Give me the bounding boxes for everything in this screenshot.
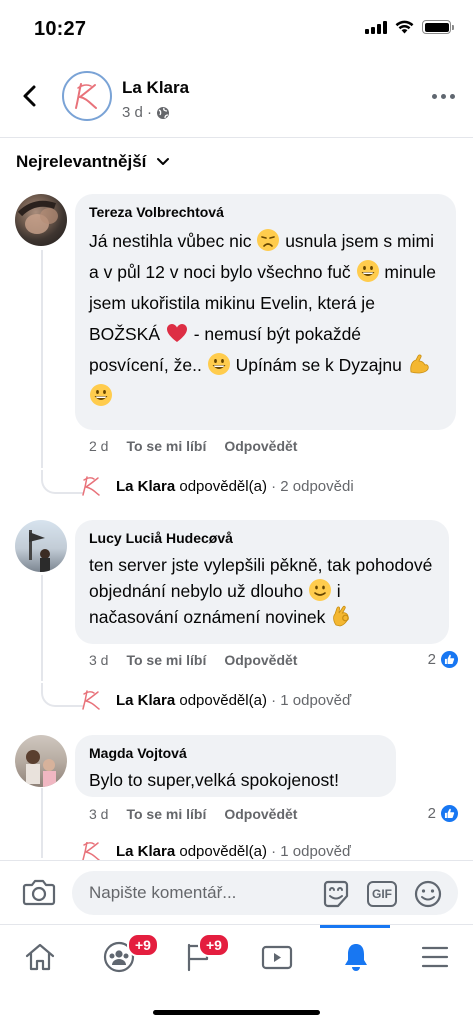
comment-author[interactable]: Magda Vojtová [89, 745, 382, 761]
slight-smile-emoji-icon [308, 578, 332, 602]
comment-text: Já nestihla vůbec nic usnula jsem s mimi… [89, 226, 442, 412]
hamburger-icon [421, 946, 448, 968]
like-button[interactable]: To se mi líbí [126, 806, 206, 822]
sad-emoji-icon [256, 228, 281, 252]
comment-text: Bylo to super,velká spokojenost! [89, 770, 340, 790]
back-arrow-icon[interactable] [16, 82, 44, 110]
comment-bubble[interactable]: Tereza Volbrechtová Já nestihla vůbec ni… [75, 194, 456, 430]
like-count[interactable]: 2 [428, 804, 459, 823]
la-klara-mini-avatar-icon [82, 690, 100, 710]
reply-text: odpověděl(a) [179, 477, 267, 495]
reply-button[interactable]: Odpovědět [224, 652, 297, 668]
smiley-icon[interactable] [413, 879, 443, 909]
thread-line [41, 575, 43, 681]
ok-hand-emoji-icon [333, 605, 350, 627]
pages-badge: +9 [198, 933, 230, 957]
like-count[interactable]: 2 [428, 650, 459, 669]
view-replies[interactable]: La Klara odpověděl(a) · 2 odpovědi [78, 474, 354, 498]
home-indicator [153, 1010, 320, 1015]
tab-watch[interactable] [237, 925, 316, 989]
comment-time: 3 d [89, 652, 109, 668]
like-count-number: 2 [427, 805, 436, 822]
avatar[interactable] [15, 520, 67, 572]
comment-bubble[interactable]: Magda Vojtová Bylo to super,velká spokoj… [75, 735, 396, 797]
signal-icon [365, 20, 387, 34]
comment-actions: 3 d To se mi líbí Odpovědět [89, 806, 297, 822]
comment-time: 3 d [89, 806, 109, 822]
page-avatar[interactable] [62, 71, 112, 121]
battery-icon [422, 20, 454, 34]
wifi-icon [395, 20, 414, 34]
like-button[interactable]: To se mi líbí [126, 438, 206, 454]
view-replies[interactable]: La Klara odpověděl(a) · 1 odpověď [78, 842, 351, 860]
reply-author: La Klara [116, 477, 176, 495]
more-icon[interactable] [432, 94, 455, 99]
tab-notifications[interactable] [316, 925, 395, 989]
comment-text: ten server jste vylepšili pěkně, tak poh… [89, 555, 433, 627]
tab-home[interactable] [0, 925, 79, 989]
thread-line [41, 250, 43, 468]
comment-composer: GIF [0, 860, 473, 924]
sort-label: Nejrelevantnější [16, 152, 147, 171]
grin-emoji-icon [207, 353, 230, 375]
comment-actions: 2 d To se mi líbí Odpovědět [89, 438, 297, 454]
grin-emoji-icon [356, 260, 379, 282]
reply-count: · 2 odpovědi [271, 477, 354, 495]
comment-time: 2 d [89, 438, 109, 454]
status-bar: 10:27 [0, 0, 473, 56]
input-icons: GIF [321, 879, 443, 909]
reply-button[interactable]: Odpovědět [224, 438, 297, 454]
watch-icon [261, 945, 292, 970]
post-header: La Klara 3 d · [0, 60, 473, 138]
tab-bar: +9 +9 [0, 924, 473, 988]
home-icon [25, 943, 54, 971]
chevron-down-icon [157, 158, 170, 165]
view-replies[interactable]: La Klara odpověděl(a) · 1 odpověď [78, 688, 351, 712]
reply-count: · 1 odpověď [271, 691, 352, 709]
gif-icon[interactable]: GIF [367, 881, 397, 907]
reply-connector [41, 683, 83, 707]
post-time: 3 d · [122, 104, 153, 121]
post-meta: 3 d · [122, 104, 170, 121]
heart-emoji-icon [166, 324, 187, 342]
tab-menu[interactable] [395, 925, 473, 989]
comment-author[interactable]: Lucy Luciå Hudecøvå [89, 530, 435, 546]
reply-author: La Klara [116, 691, 176, 709]
gif-label: GIF [372, 887, 392, 901]
page-name[interactable]: La Klara [122, 78, 189, 98]
camera-icon[interactable] [22, 877, 56, 907]
status-time: 10:27 [34, 18, 87, 40]
grin-emoji-icon [90, 384, 112, 406]
comment-author[interactable]: Tereza Volbrechtová [89, 204, 442, 220]
globe-icon [157, 106, 170, 119]
reply-connector [41, 470, 83, 494]
like-thumb-icon [440, 650, 459, 669]
la-klara-mini-avatar-icon [82, 476, 100, 496]
reply-count: · 1 odpověď [271, 842, 352, 860]
sort-dropdown[interactable]: Nejrelevantnější [16, 152, 170, 172]
status-icons [365, 20, 454, 34]
like-thumb-icon [440, 804, 459, 823]
la-klara-logo-icon [75, 83, 97, 109]
reply-button[interactable]: Odpovědět [224, 806, 297, 822]
thread-line [41, 788, 43, 858]
avatar[interactable] [15, 194, 67, 246]
bell-icon [344, 944, 367, 971]
like-button[interactable]: To se mi líbí [126, 652, 206, 668]
avatar[interactable] [15, 735, 67, 787]
groups-badge: +9 [127, 933, 159, 957]
reply-author: La Klara [116, 842, 176, 860]
tab-pages[interactable]: +9 [158, 925, 237, 989]
comment-actions: 3 d To se mi líbí Odpovědět [89, 652, 297, 668]
reply-text: odpověděl(a) [179, 842, 267, 860]
reply-text: odpověděl(a) [179, 691, 267, 709]
like-count-number: 2 [427, 651, 436, 668]
comment-bubble[interactable]: Lucy Luciå Hudecøvå ten server jste vyle… [75, 520, 449, 644]
la-klara-mini-avatar-icon [82, 842, 100, 860]
sticker-icon[interactable] [321, 879, 351, 909]
tab-groups[interactable]: +9 [79, 925, 159, 989]
muscle-emoji-icon [410, 354, 429, 374]
